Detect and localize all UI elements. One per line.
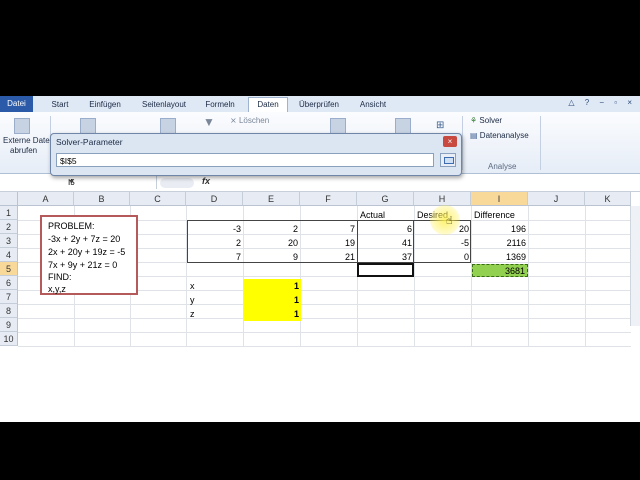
range-select-icon[interactable] xyxy=(440,153,456,167)
formula-buttons xyxy=(160,178,194,188)
text-to-columns-icon xyxy=(330,118,346,134)
external-data-icon xyxy=(14,118,30,134)
loeschen-button[interactable]: ⨯ Löschen xyxy=(230,116,269,125)
row-header[interactable]: 8 xyxy=(0,304,18,318)
target-cell-input[interactable]: $I$5 xyxy=(56,153,434,167)
column-header[interactable]: D xyxy=(186,192,243,206)
row-header[interactable]: 6 xyxy=(0,276,18,290)
row-header[interactable]: 3 xyxy=(0,234,18,248)
analyse-group-label: Analyse xyxy=(488,162,517,171)
difference-cell[interactable]: 2116 xyxy=(472,236,528,250)
hand-cursor-icon: ☝ xyxy=(446,215,453,227)
find-label: FIND: xyxy=(48,272,72,282)
close-icon[interactable]: × xyxy=(443,136,457,147)
solver-parameter-dialog[interactable]: Solver-Parameter × $I$5 xyxy=(50,133,462,176)
difference-cell[interactable]: 1369 xyxy=(472,250,528,264)
column-header[interactable]: B xyxy=(74,192,130,206)
equation-3: 7x + 9y + 21z = 0 xyxy=(48,260,118,270)
tab-ansicht[interactable]: Ansicht xyxy=(354,98,392,111)
dialog-title: Solver-Parameter xyxy=(56,137,123,147)
abrufen-label: abrufen xyxy=(10,146,38,155)
difference-cell[interactable]: 196 xyxy=(472,222,528,236)
tab-seitenlayout[interactable]: Seitenlayout xyxy=(137,98,191,111)
var-value-z[interactable]: 1 xyxy=(244,307,301,321)
column-header[interactable]: H xyxy=(414,192,471,206)
show-detail-icon[interactable]: ⊞ xyxy=(436,120,444,131)
active-cell-g5[interactable] xyxy=(357,263,414,277)
column-header[interactable]: C xyxy=(130,192,186,206)
problem-heading: PROBLEM: xyxy=(48,221,95,231)
tab-formeln[interactable]: Formeln xyxy=(200,98,240,111)
tab-ueberpruefen[interactable]: Überprüfen xyxy=(293,98,345,111)
select-all-corner[interactable] xyxy=(0,192,18,206)
tab-daten[interactable]: Daten xyxy=(248,97,288,113)
difference-header[interactable]: Difference xyxy=(472,208,528,222)
formula-bar: I5 ▼ fx xyxy=(0,175,640,192)
equation-2: 2x + 20y + 19z = -5 xyxy=(48,247,126,257)
column-header[interactable]: I xyxy=(471,192,528,206)
tab-einfuegen[interactable]: Einfügen xyxy=(84,98,126,111)
row-header[interactable]: 7 xyxy=(0,290,18,304)
tab-start[interactable]: Start xyxy=(46,98,74,111)
var-label[interactable]: z xyxy=(188,307,244,321)
data-analysis-icon: ▤ xyxy=(470,131,478,140)
row-header[interactable]: 1 xyxy=(0,206,18,220)
sort-icon xyxy=(160,118,176,134)
connections-icon xyxy=(80,118,96,134)
column-header[interactable]: F xyxy=(300,192,357,206)
row-header[interactable]: 4 xyxy=(0,248,18,262)
equation-1: -3x + 2y + 7z = 20 xyxy=(48,234,121,244)
coefficient-matrix-border xyxy=(187,220,358,263)
var-label[interactable]: y xyxy=(188,293,244,307)
var-value-y[interactable]: 1 xyxy=(244,293,301,307)
var-value-x[interactable]: 1 xyxy=(244,279,301,293)
ribbon-tab-bar: Datei Start Einfügen Seitenlayout Formel… xyxy=(0,96,640,113)
actual-border xyxy=(357,220,414,263)
column-header[interactable]: K xyxy=(585,192,631,206)
row-header[interactable]: 9 xyxy=(0,318,18,332)
tab-datei[interactable]: Datei xyxy=(0,96,33,112)
column-header[interactable]: G xyxy=(357,192,414,206)
chevron-down-icon[interactable]: ▼ xyxy=(68,176,152,189)
datenanalyse-button[interactable]: ▤ Datenanalyse xyxy=(470,131,529,140)
window-controls[interactable]: △ ? − ▫ × xyxy=(568,98,636,107)
solver-button[interactable]: ⚘ Solver xyxy=(470,116,502,125)
name-box[interactable]: I5 ▼ xyxy=(0,176,157,189)
column-header[interactable]: A xyxy=(18,192,74,206)
group-icon xyxy=(395,118,411,134)
externe-daten-button[interactable]: Externe Date xyxy=(3,136,50,145)
row-header[interactable]: 2 xyxy=(0,220,18,234)
vertical-scrollbar[interactable] xyxy=(630,206,640,326)
row-header[interactable]: 5 xyxy=(0,262,18,276)
row-header[interactable]: 10 xyxy=(0,332,18,346)
fx-icon[interactable]: fx xyxy=(202,176,210,186)
filter-icon[interactable]: ▼ xyxy=(203,115,215,129)
var-label[interactable]: x xyxy=(188,279,244,293)
cursor-highlight xyxy=(430,205,460,235)
problem-box: PROBLEM: -3x + 2y + 7z = 20 2x + 20y + 1… xyxy=(40,215,138,295)
target-cell-i5[interactable]: 3681 xyxy=(472,264,528,277)
vars-label: x,y,z xyxy=(48,284,66,294)
column-header[interactable]: J xyxy=(528,192,585,206)
column-header[interactable]: E xyxy=(243,192,300,206)
solver-icon: ⚘ xyxy=(470,116,478,125)
